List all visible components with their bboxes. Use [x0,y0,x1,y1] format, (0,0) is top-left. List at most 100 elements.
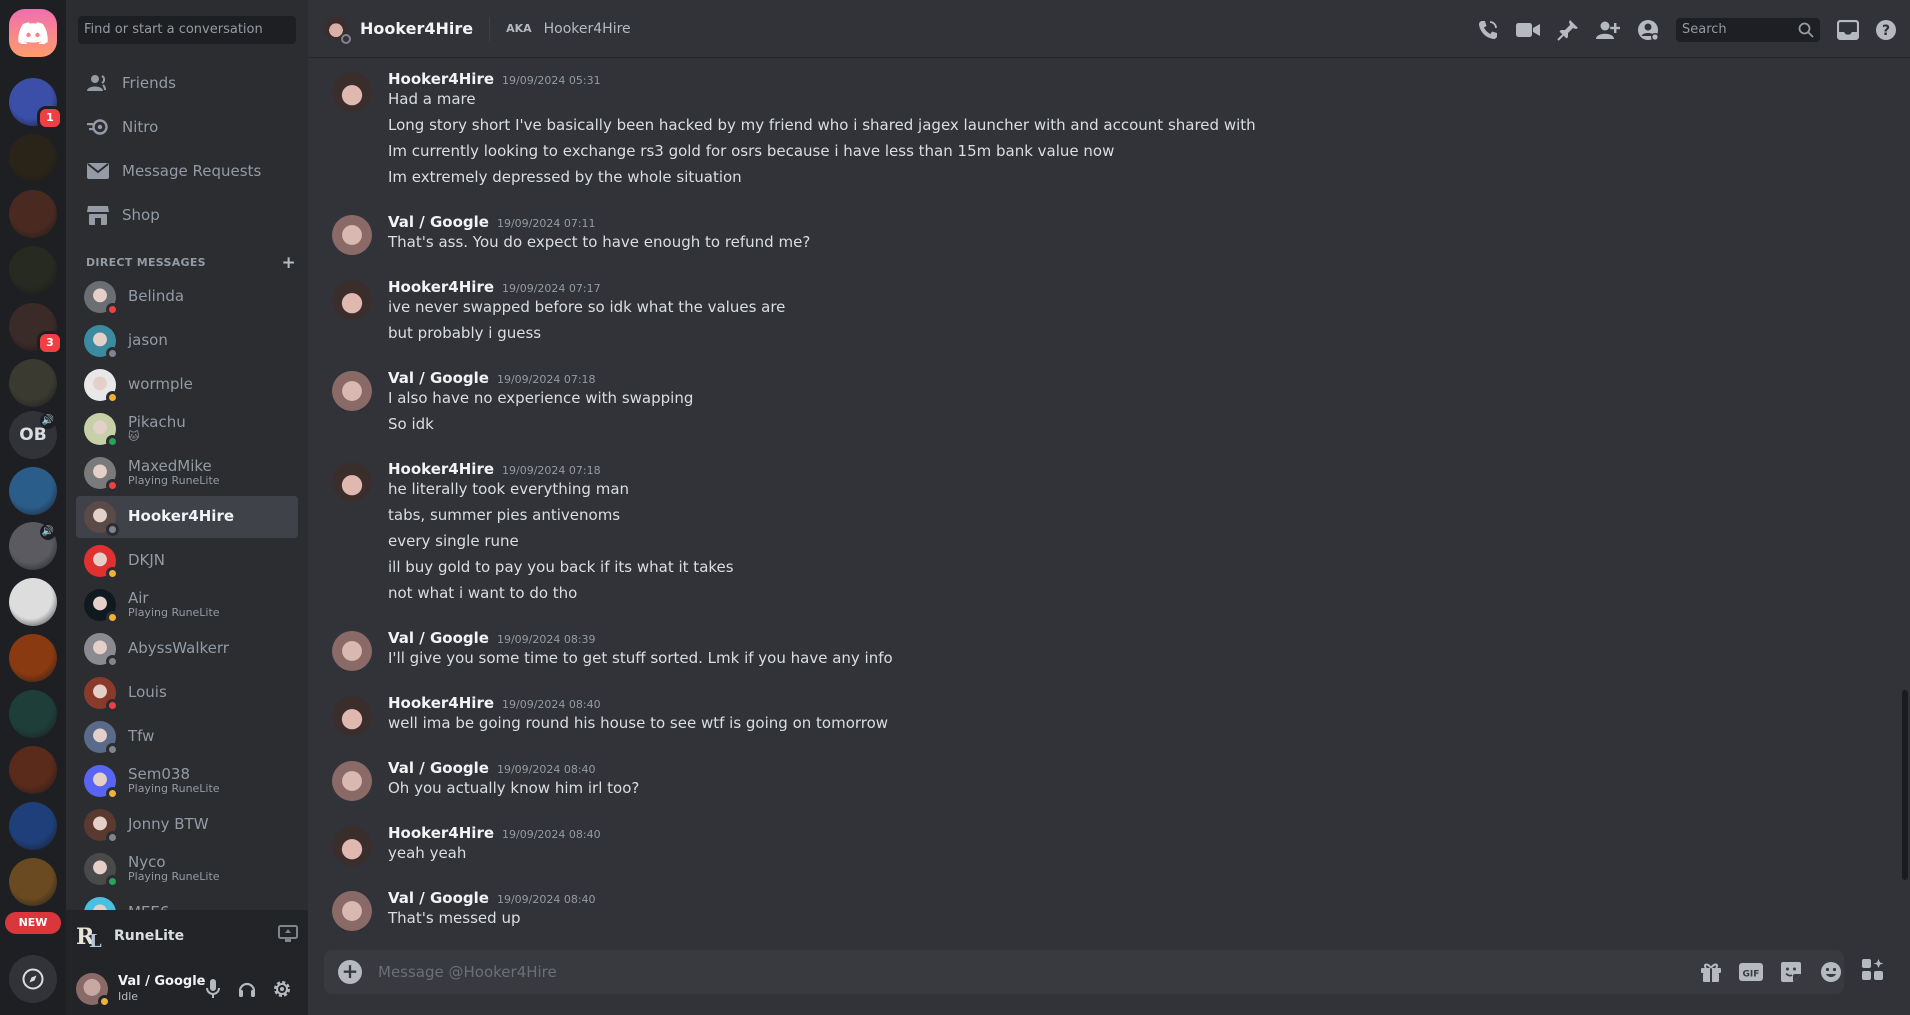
header-avatar[interactable] [324,16,351,44]
dm-item[interactable]: wormple [76,364,298,406]
message-author[interactable]: Hooker4Hire [388,278,494,296]
nav-nitro[interactable]: Nitro [76,106,298,148]
message-text: Had a mare [388,90,476,108]
aka-value: Hooker4Hire [543,20,631,37]
nav-friends[interactable]: Friends [76,62,298,104]
dm-activity: 🐱 [128,430,140,444]
message-author[interactable]: Val / Google [388,889,489,907]
message-avatar[interactable] [332,761,372,801]
message-avatar[interactable] [332,72,372,112]
find-conversation-input[interactable]: Find or start a conversation [78,16,296,44]
upload-plus-button[interactable]: + [338,960,362,984]
dm-avatar [84,765,119,800]
apps-button[interactable] [1858,957,1888,987]
message-avatar[interactable] [332,631,372,671]
message-header: Val / Google 19/09/2024 07:18 [388,369,596,387]
dm-name: Belinda [128,287,185,306]
server-icon[interactable] [9,802,57,850]
activity-panel[interactable]: RL RuneLite [66,910,308,962]
dm-item[interactable]: Belinda [76,276,298,318]
dm-item[interactable]: Louis [76,672,298,714]
pinned-messages-icon[interactable] [1556,18,1580,42]
settings-gear-icon[interactable] [272,979,292,1003]
microphone-icon[interactable] [206,979,220,1003]
server-icon[interactable] [9,858,57,906]
nav-label: Shop [122,206,160,224]
status-idle-icon [106,567,119,580]
message-input[interactable] [378,950,1678,994]
message-header: Hooker4Hire 19/09/2024 05:31 [388,70,601,88]
message-author[interactable]: Hooker4Hire [388,824,494,842]
discover-button[interactable] [9,955,57,1003]
server-icon[interactable] [9,190,57,238]
inbox-icon[interactable] [1836,18,1860,42]
dm-item[interactable]: AbyssWalkerr [76,628,298,670]
server-icon[interactable] [9,359,57,407]
dm-item[interactable]: DKJN [76,540,298,582]
dm-item[interactable]: Jonny BTW [76,804,298,846]
message-text: Im currently looking to exchange rs3 gol… [388,142,1115,160]
server-rail: 1 3 OB 🔊 🔊 NEW [0,0,66,1015]
headphones-icon[interactable] [238,980,256,1002]
dm-item[interactable]: Sem038 Playing RuneLite [76,760,298,802]
message-author[interactable]: Hooker4Hire [388,70,494,88]
new-badge[interactable]: NEW [5,912,61,934]
dm-item[interactable]: Hooker4Hire [76,496,298,538]
dm-item[interactable]: MaxedMike Playing RuneLite [76,452,298,494]
server-icon[interactable] [9,134,57,182]
message-avatar[interactable] [332,462,372,502]
dm-item[interactable]: Air Playing RuneLite [76,584,298,626]
create-dm-button[interactable]: + [281,253,296,273]
server-icon[interactable] [9,246,57,294]
dm-item[interactable]: Tfw [76,716,298,758]
message-author[interactable]: Hooker4Hire [388,460,494,478]
add-friends-to-dm-icon[interactable] [1596,18,1620,42]
dm-item[interactable]: MEE6 [76,892,298,910]
message-text: but probably i guess [388,324,542,342]
dm-avatar [84,413,119,448]
message-scrollbar[interactable] [1902,690,1908,880]
gift-icon[interactable] [1698,960,1724,984]
voice-call-icon[interactable] [1476,18,1500,42]
message-author[interactable]: Val / Google [388,629,489,647]
nav-shop[interactable]: Shop [76,194,298,236]
message-text: not what i want to do tho [388,584,578,602]
search-input[interactable]: Search [1676,18,1820,42]
message-avatar[interactable] [332,696,372,736]
message-author[interactable]: Val / Google [388,369,489,387]
user-profile-icon[interactable] [1636,18,1660,42]
home-button[interactable] [9,9,57,57]
message-avatar[interactable] [332,280,372,320]
server-icon[interactable] [9,690,57,738]
dm-item[interactable]: Nyco Playing RuneLite [76,848,298,890]
dm-name: wormple [128,375,193,394]
user-status-text: Idle [118,989,139,1003]
server-icon[interactable] [9,578,57,626]
message-text: ill buy gold to pay you back if its what… [388,558,734,576]
message-author[interactable]: Val / Google [388,213,489,231]
message-header: Hooker4Hire 19/09/2024 07:18 [388,460,601,478]
video-call-icon[interactable] [1516,18,1540,42]
user-status-idle-icon [98,994,111,1008]
server-icon[interactable] [9,467,57,515]
message-avatar[interactable] [332,891,372,931]
gif-icon[interactable]: GIF [1738,960,1764,984]
sticker-icon[interactable] [1778,960,1804,984]
server-icon[interactable] [9,634,57,682]
dm-item[interactable]: jason [76,320,298,362]
emoji-icon[interactable] [1818,960,1844,984]
server-icon[interactable] [9,746,57,794]
message-avatar[interactable] [332,215,372,255]
screen-share-icon[interactable] [278,925,298,947]
nav-message-requests[interactable]: Message Requests [76,150,298,192]
header-username[interactable]: Hooker4Hire [360,19,473,38]
dm-item[interactable]: Pikachu 🐱 [76,408,298,450]
svg-text:GIF: GIF [1743,970,1760,980]
help-icon[interactable]: ? [1874,18,1898,42]
user-avatar[interactable] [76,972,111,1008]
message-avatar[interactable] [332,826,372,866]
message-author[interactable]: Hooker4Hire [388,694,494,712]
message-author[interactable]: Val / Google [388,759,489,777]
user-info[interactable]: Val / Google Idle [118,974,206,1003]
message-avatar[interactable] [332,371,372,411]
